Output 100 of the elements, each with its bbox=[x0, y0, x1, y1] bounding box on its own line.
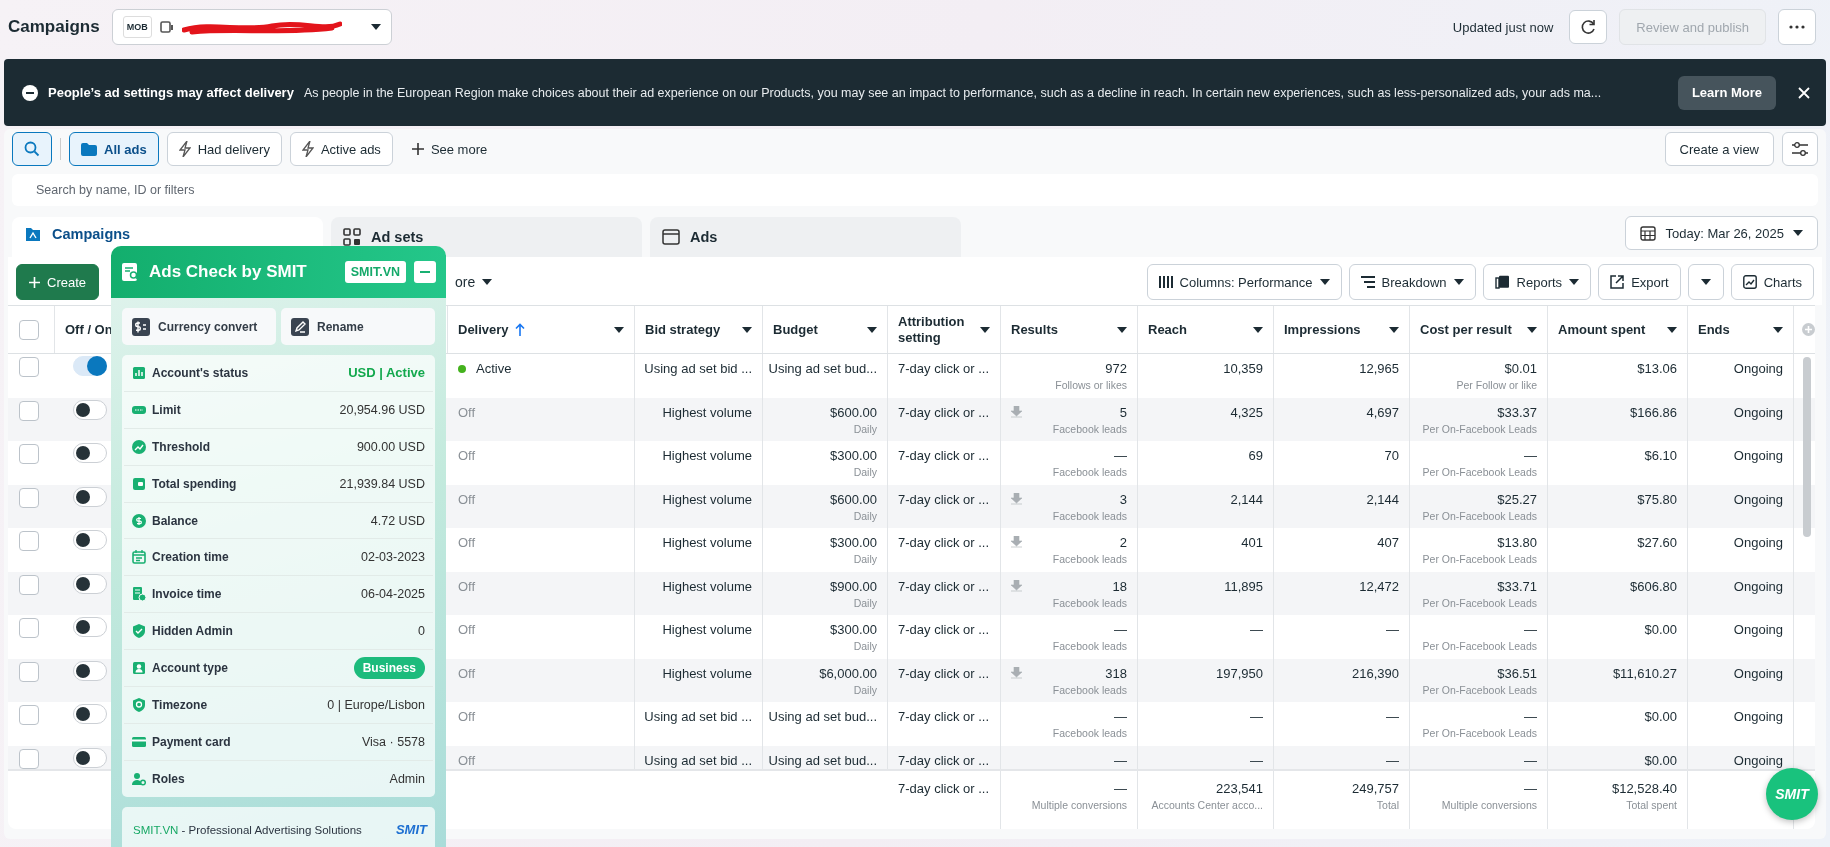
panel-action-button[interactable]: Rename bbox=[281, 308, 435, 345]
cell-value: $600.00 bbox=[830, 491, 877, 507]
learn-more-button[interactable]: Learn More bbox=[1677, 75, 1776, 110]
cell-value: Highest volume bbox=[662, 491, 752, 507]
column-header[interactable]: Attribution setting bbox=[898, 313, 974, 346]
cell-value: 401 bbox=[1241, 535, 1263, 550]
column-header[interactable]: Delivery bbox=[458, 321, 509, 338]
row-checkbox[interactable] bbox=[19, 705, 39, 725]
account-type-badge: Business bbox=[353, 657, 425, 680]
columns-icon bbox=[1158, 276, 1173, 288]
users-gear-icon bbox=[132, 771, 146, 786]
cell-value: $900.00 bbox=[830, 578, 877, 594]
close-icon[interactable] bbox=[1798, 86, 1810, 99]
cell-value: $0.00 bbox=[1644, 622, 1677, 637]
column-header[interactable]: Ends bbox=[1698, 321, 1767, 338]
row-checkbox[interactable] bbox=[19, 618, 39, 638]
column-header[interactable]: Reach bbox=[1148, 321, 1247, 338]
select-all-checkbox[interactable] bbox=[19, 319, 39, 340]
toggle-switch[interactable] bbox=[73, 704, 107, 724]
info-value: 02-03-2023 bbox=[361, 550, 425, 565]
total-caption: Total spent bbox=[1626, 799, 1677, 811]
filter-chip[interactable]: Had delivery bbox=[166, 132, 282, 166]
more-dropdown[interactable]: ore bbox=[444, 264, 504, 300]
column-header[interactable]: Results bbox=[1011, 321, 1111, 338]
search-field[interactable]: Search by name, ID or filters bbox=[12, 174, 1818, 206]
caret-icon bbox=[1793, 230, 1803, 236]
cell-value: $0.01 bbox=[1504, 361, 1537, 376]
column-header[interactable]: Cost per result bbox=[1420, 321, 1521, 338]
edit-icon bbox=[291, 317, 309, 336]
row-checkbox[interactable] bbox=[19, 400, 39, 421]
columns-dropdown[interactable]: Columns: Performance bbox=[1146, 264, 1342, 300]
date-picker-button[interactable]: Today: Mar 26, 2025 bbox=[1625, 216, 1818, 250]
cell-value: Using ad set bid ... bbox=[644, 361, 752, 376]
export-button[interactable]: Export bbox=[1598, 264, 1681, 300]
row-checkbox[interactable] bbox=[19, 444, 39, 464]
row-checkbox[interactable] bbox=[19, 357, 39, 377]
more-icon bbox=[1789, 25, 1805, 29]
info-label: Creation time bbox=[152, 550, 230, 565]
reports-dropdown[interactable]: Reports bbox=[1482, 264, 1592, 300]
cell-value: $606.80 bbox=[1630, 578, 1677, 594]
toggle-switch[interactable] bbox=[73, 356, 107, 376]
column-header[interactable]: Amount spent bbox=[1558, 321, 1661, 338]
info-label: Payment card bbox=[152, 734, 232, 749]
toggle-switch[interactable] bbox=[73, 399, 107, 420]
toggle-switch[interactable] bbox=[73, 747, 107, 768]
row-checkbox[interactable] bbox=[19, 661, 39, 682]
see-more-button[interactable]: See more bbox=[400, 132, 499, 166]
refresh-button[interactable] bbox=[1569, 10, 1608, 44]
column-header[interactable]: Budget bbox=[773, 321, 861, 338]
cell-value: Ongoing bbox=[1733, 578, 1783, 594]
caret-icon bbox=[1253, 326, 1263, 333]
toggle-switch[interactable] bbox=[73, 530, 107, 550]
cell-caption: Facebook leads bbox=[1052, 683, 1127, 696]
breakdown-dropdown[interactable]: Breakdown bbox=[1348, 264, 1476, 300]
filter-chip[interactable]: Active ads bbox=[289, 132, 393, 166]
create-button[interactable]: Create bbox=[16, 264, 100, 300]
panel-action-button[interactable]: Currency convert bbox=[122, 308, 276, 345]
caret-icon bbox=[482, 279, 493, 285]
cell-value: 2,144 bbox=[1366, 491, 1399, 507]
cell-value: $0.00 bbox=[1644, 709, 1677, 724]
cell-value: 7-day click or ... bbox=[898, 491, 990, 507]
cell-value: — bbox=[1524, 709, 1537, 724]
cell-value: Ongoing bbox=[1733, 665, 1783, 681]
cell-value: 12,472 bbox=[1359, 578, 1399, 594]
column-header[interactable]: Impressions bbox=[1284, 321, 1383, 338]
total-value: 223,541 bbox=[1216, 781, 1263, 796]
info-label: Timezone bbox=[152, 697, 209, 712]
charts-button[interactable]: Charts bbox=[1730, 264, 1814, 300]
toggle-switch[interactable] bbox=[73, 486, 107, 507]
cell-value: Ongoing bbox=[1733, 752, 1783, 768]
minimize-button[interactable] bbox=[414, 261, 436, 283]
view-settings-button[interactable] bbox=[1782, 132, 1818, 166]
toggle-switch[interactable] bbox=[73, 617, 107, 637]
cell-caption: Per On-Facebook Leads bbox=[1422, 466, 1537, 478]
row-checkbox[interactable] bbox=[19, 487, 39, 508]
view-tab[interactable]: Ad sets bbox=[331, 217, 642, 257]
cell-value: $33.37 bbox=[1497, 404, 1537, 420]
export-menu-button[interactable] bbox=[1687, 264, 1724, 300]
search-button[interactable] bbox=[12, 132, 52, 166]
row-checkbox[interactable] bbox=[19, 531, 39, 551]
cell-caption: Facebook leads bbox=[1052, 727, 1127, 739]
cell-value: — bbox=[1114, 448, 1127, 463]
cell-value: — bbox=[1250, 622, 1263, 637]
cell-value: — bbox=[1386, 752, 1399, 768]
cell-caption: Facebook leads bbox=[1052, 596, 1127, 609]
cell-value: — bbox=[1114, 622, 1127, 637]
filter-chip[interactable]: All ads bbox=[69, 132, 159, 166]
toggle-switch[interactable] bbox=[73, 660, 107, 681]
cell-value: $6,000.00 bbox=[819, 665, 877, 681]
account-selector[interactable]: MOB bbox=[111, 9, 392, 45]
create-view-button[interactable]: Create a view bbox=[1664, 132, 1774, 166]
cell-caption: Daily bbox=[853, 683, 877, 696]
toggle-switch[interactable] bbox=[73, 573, 107, 594]
toggle-switch[interactable] bbox=[73, 443, 107, 463]
info-label: Account's status bbox=[152, 365, 250, 380]
view-tab[interactable]: Ads bbox=[650, 217, 961, 257]
caret-icon bbox=[1527, 326, 1537, 333]
column-header[interactable]: Bid strategy bbox=[645, 321, 736, 338]
row-checkbox[interactable] bbox=[19, 748, 39, 769]
row-checkbox[interactable] bbox=[19, 574, 39, 595]
